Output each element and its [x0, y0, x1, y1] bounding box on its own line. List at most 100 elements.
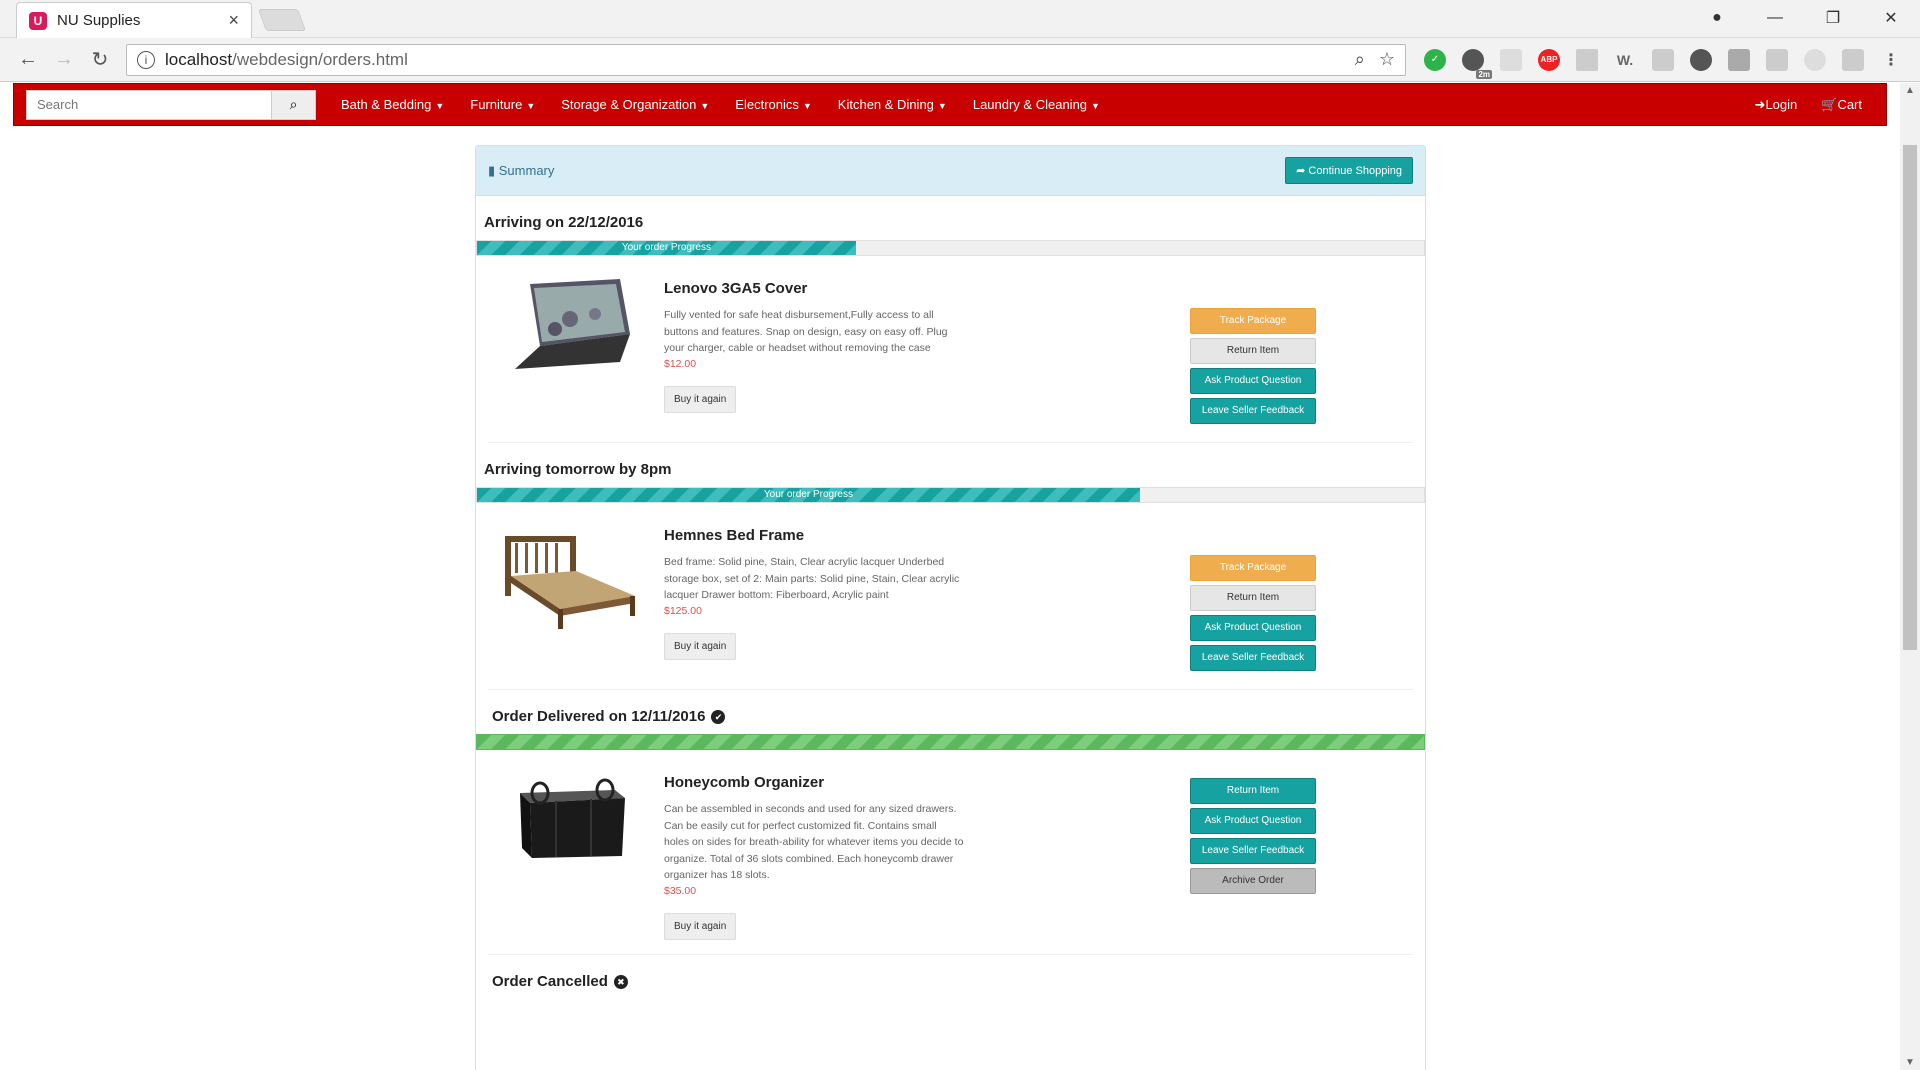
restore-icon[interactable]: ❐ [1804, 8, 1862, 28]
play-extension-icon[interactable] [1766, 48, 1788, 71]
nav-right: ➜Login 🛒Cart [1743, 97, 1874, 113]
laptop-cover-image[interactable] [500, 274, 640, 384]
nav-kitchen[interactable]: Kitchen & Dining ▼ [838, 97, 947, 112]
product-price: $125.00 [664, 604, 702, 617]
browser-tabbar: U NU Supplies × ● — ❐ ✕ [0, 0, 1920, 38]
nav-bath-bedding[interactable]: Bath & Bedding ▼ [341, 97, 444, 112]
buy-again-button[interactable]: Buy it again [664, 912, 737, 940]
login-icon: ➜ [1754, 96, 1766, 112]
close-window-icon[interactable]: ✕ [1862, 8, 1920, 28]
organizer-image[interactable] [500, 768, 640, 878]
gear-extension-icon[interactable] [1804, 48, 1826, 71]
order-actions: Track Package Return Item Ask Product Qu… [1190, 555, 1316, 675]
cart-icon: 🛒 [1821, 96, 1838, 112]
seller-feedback-button[interactable]: Leave Seller Feedback [1190, 645, 1316, 671]
track-package-button[interactable]: Track Package [1190, 308, 1316, 334]
scroll-down-icon[interactable]: ▼ [1900, 1057, 1920, 1068]
dark-extension-icon[interactable] [1690, 48, 1712, 71]
site-favicon-icon: U [29, 11, 47, 30]
screenshot-extension-icon[interactable] [1500, 48, 1522, 71]
reload-icon[interactable]: ↻ [82, 47, 118, 72]
scrollbar-thumb[interactable] [1903, 145, 1917, 650]
order-status-title: Arriving on 22/12/2016 [484, 214, 644, 231]
site-search: ⌕ [26, 89, 316, 120]
summary-title: ▮ Summary [488, 162, 555, 178]
browser-tab[interactable]: U NU Supplies × [16, 2, 252, 38]
return-item-button[interactable]: Return Item [1190, 585, 1316, 611]
panel-heading: ▮ Summary ➦ Continue Shopping [476, 146, 1425, 196]
ask-question-button[interactable]: Ask Product Question [1190, 368, 1316, 394]
seller-feedback-button[interactable]: Leave Seller Feedback [1190, 838, 1316, 864]
order-item: Hemnes Bed Frame Bed frame: Solid pine, … [488, 503, 1413, 690]
order-actions: Return Item Ask Product Question Leave S… [1190, 778, 1316, 940]
buy-again-button[interactable]: Buy it again [664, 632, 737, 660]
ask-question-button[interactable]: Ask Product Question [1190, 615, 1316, 641]
file-icon: ▮ [488, 162, 499, 178]
product-name[interactable]: Lenovo 3GA5 Cover [664, 280, 964, 297]
timer-badge: 2m [1476, 69, 1492, 79]
nav-electronics[interactable]: Electronics ▼ [735, 97, 812, 112]
nav-storage[interactable]: Storage & Organization ▼ [561, 97, 709, 112]
order-progress [476, 734, 1425, 750]
nav-furniture[interactable]: Furniture ▼ [470, 97, 535, 112]
scroll-up-icon[interactable]: ▲ [1900, 85, 1920, 96]
order-status-title: Arriving tomorrow by 8pm [484, 461, 672, 478]
progress-bar [477, 735, 1424, 749]
puzzle-extension-icon[interactable] [1842, 48, 1864, 71]
order-item: Lenovo 3GA5 Cover Fully vented for safe … [488, 256, 1413, 443]
profile-icon[interactable]: ● [1688, 9, 1746, 27]
extensions: ✓ 2m ABP W. ⋮ [1416, 48, 1910, 79]
site-navbar: ⌕ Bath & Bedding▼ Furniture▼ Storage & O… [13, 83, 1887, 126]
check-extension-icon[interactable]: ✓ [1424, 48, 1446, 71]
order-item: Honeycomb Organizer Can be assembled in … [488, 750, 1413, 955]
search-icon: ⌕ [289, 96, 298, 112]
page-scrollbar[interactable]: ▲ ▼ [1900, 83, 1920, 1070]
product-name[interactable]: Honeycomb Organizer [664, 774, 964, 791]
browser-toolbar: ← → ↻ i localhost/webdesign/orders.html … [0, 38, 1920, 82]
zoom-icon[interactable]: ⌕ [1355, 49, 1365, 70]
menu-icon[interactable]: ⋮ [1880, 49, 1902, 71]
url-host: localhost [165, 49, 233, 69]
ask-question-button[interactable]: Ask Product Question [1190, 808, 1316, 834]
product-price: $35.00 [664, 884, 697, 897]
pdf-extension-icon[interactable] [1576, 48, 1598, 71]
login-link[interactable]: ➜Login [1755, 97, 1798, 113]
address-bar[interactable]: i localhost/webdesign/orders.html ⌕ ☆ [126, 43, 1406, 76]
window-controls: ● — ❐ ✕ [1688, 0, 1920, 36]
new-tab-button[interactable] [257, 9, 307, 31]
back-icon[interactable]: ← [10, 48, 46, 71]
return-item-button[interactable]: Return Item [1190, 338, 1316, 364]
order-progress: Your order Progress [476, 240, 1425, 256]
bed-frame-image[interactable] [500, 521, 640, 631]
progress-bar: Your order Progress [477, 241, 856, 255]
w-extension-icon[interactable]: W. [1614, 49, 1636, 71]
info-icon[interactable]: i [137, 50, 155, 69]
search-input[interactable] [26, 89, 272, 120]
tab-title: NU Supplies [57, 12, 141, 29]
cart-link[interactable]: 🛒Cart [1821, 97, 1862, 113]
h-extension-icon[interactable] [1728, 48, 1750, 71]
return-item-button[interactable]: Return Item [1190, 778, 1316, 804]
track-package-button[interactable]: Track Package [1190, 555, 1316, 581]
url-path: /webdesign/orders.html [232, 49, 408, 69]
adblock-icon[interactable]: ABP [1538, 48, 1560, 71]
search-button[interactable]: ⌕ [272, 89, 316, 120]
cancelled-circle-icon: ✖ [613, 974, 628, 989]
product-description: Can be assembled in seconds and used for… [664, 803, 964, 881]
buy-again-button[interactable]: Buy it again [664, 385, 737, 413]
archive-order-button[interactable]: Archive Order [1190, 868, 1316, 894]
seller-feedback-button[interactable]: Leave Seller Feedback [1190, 398, 1316, 424]
timer-extension-icon[interactable]: 2m [1462, 48, 1492, 79]
order-actions: Track Package Return Item Ask Product Qu… [1190, 308, 1316, 428]
order-progress: Your order Progress [476, 487, 1425, 503]
tab-close-icon[interactable]: × [228, 10, 239, 31]
product-price: $12.00 [664, 357, 697, 370]
minimize-icon[interactable]: — [1746, 9, 1804, 27]
nav-laundry[interactable]: Laundry & Cleaning ▼ [973, 97, 1100, 112]
bookmark-star-icon[interactable]: ☆ [1379, 49, 1395, 70]
continue-shopping-button[interactable]: ➦ Continue Shopping [1285, 157, 1413, 184]
forward-icon[interactable]: → [46, 48, 82, 71]
order-status-title: Order Delivered on 12/11/2016 ✔ [476, 708, 1425, 730]
product-name[interactable]: Hemnes Bed Frame [664, 527, 964, 544]
mail-extension-icon[interactable] [1652, 48, 1674, 71]
